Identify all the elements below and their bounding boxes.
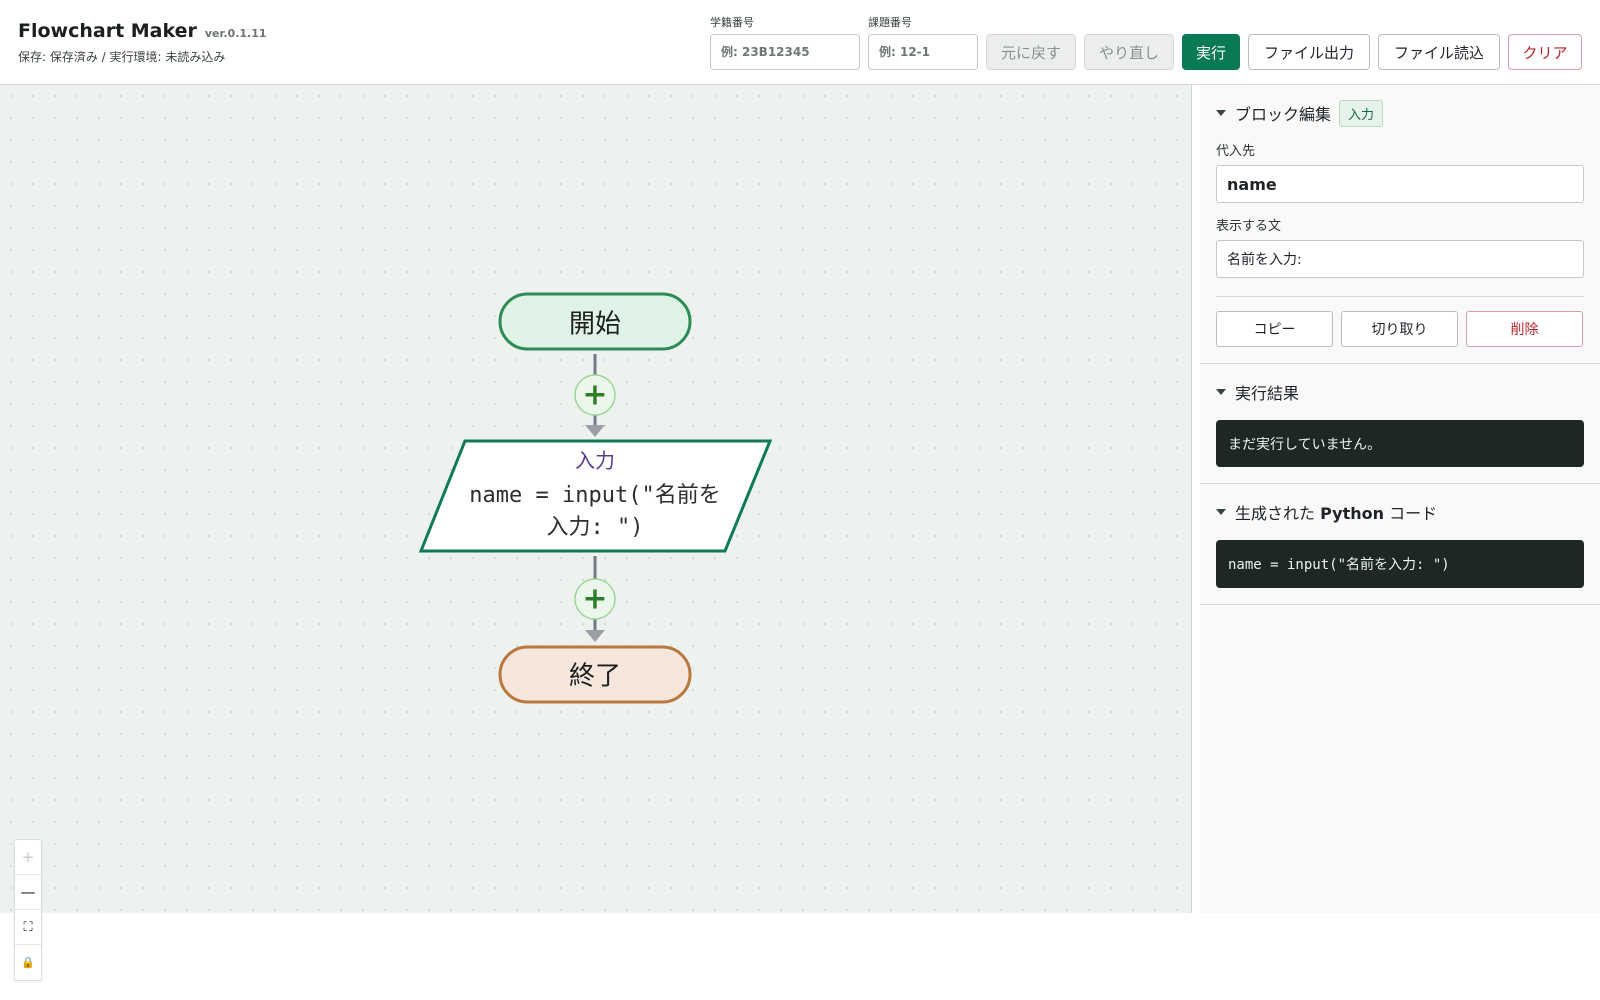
caret-down-icon	[1216, 110, 1226, 116]
undo-button[interactable]: 元に戻す	[986, 34, 1076, 70]
task-id-input[interactable]	[868, 34, 978, 70]
input-block-type: 入力	[575, 449, 615, 473]
add-block-button-1[interactable]: +	[574, 374, 616, 416]
result-title: 実行結果	[1235, 384, 1300, 403]
import-file-button[interactable]: ファイル読込	[1378, 34, 1500, 70]
code-title: 生成された Python コード	[1235, 500, 1437, 524]
flowchart-canvas[interactable]: 開始 + 入力 name = input("名前を 入力: ") + 終了 + …	[0, 85, 1192, 981]
export-file-button[interactable]: ファイル出力	[1248, 34, 1370, 70]
start-node[interactable]: 開始	[498, 292, 692, 351]
task-id-label: 課題番号	[868, 16, 912, 29]
lock-button[interactable]: 🔒	[15, 945, 41, 980]
app-header: Flowchart Maker ver.0.1.11 保存: 保存済み / 実行…	[0, 0, 1600, 85]
end-node-label: 終了	[569, 662, 621, 692]
redo-button[interactable]: やり直し	[1084, 34, 1174, 70]
cut-button[interactable]: 切り取り	[1341, 311, 1458, 347]
plus-icon: +	[582, 378, 607, 413]
caret-down-icon	[1216, 389, 1226, 395]
save-status: 保存: 保存済み / 実行環境: 未読み込み	[18, 50, 226, 64]
code-title-prefix: 生成された	[1235, 504, 1316, 523]
arrow-head-icon	[585, 425, 605, 437]
result-output: まだ実行していません。	[1216, 420, 1584, 467]
zoom-out-button[interactable]: —	[15, 875, 41, 910]
code-section: 生成された Python コード name = input("名前を入力: ")	[1200, 497, 1600, 605]
plus-icon: +	[582, 582, 607, 617]
target-label: 代入先	[1216, 144, 1256, 159]
add-block-button-2[interactable]: +	[574, 578, 616, 620]
input-block-code-line2: 入力: ")	[547, 515, 644, 540]
flowchart-svg: 開始 + 入力 name = input("名前を 入力: ") + 終了	[418, 292, 773, 704]
prompt-input[interactable]	[1216, 240, 1584, 278]
divider	[1216, 296, 1584, 297]
task-id-field: 課題番号	[868, 14, 978, 70]
side-panel: ブロック編集 入力 代入先 表示する文 コピー 切り取り 削除 実行結果 まだ実…	[1200, 85, 1600, 913]
fit-view-button[interactable]: ⛶	[15, 910, 41, 945]
code-title-suffix: コード	[1389, 504, 1438, 523]
prompt-label: 表示する文	[1216, 219, 1282, 234]
block-edit-section: ブロック編集 入力 代入先 表示する文 コピー 切り取り 削除	[1200, 98, 1600, 364]
end-node[interactable]: 終了	[498, 645, 692, 704]
zoom-controls: + — ⛶ 🔒	[14, 839, 42, 981]
app-title: Flowchart Maker	[18, 20, 197, 42]
zoom-in-button[interactable]: +	[15, 840, 41, 875]
input-block[interactable]: 入力 name = input("名前を 入力: ")	[418, 439, 773, 553]
result-section: 実行結果 まだ実行していません。	[1200, 377, 1600, 484]
start-node-label: 開始	[569, 310, 621, 340]
delete-button[interactable]: 削除	[1466, 311, 1583, 347]
student-id-label: 学籍番号	[710, 16, 754, 29]
clear-button[interactable]: クリア	[1508, 34, 1582, 70]
title-row: Flowchart Maker ver.0.1.11	[18, 20, 267, 42]
block-edit-header[interactable]: ブロック編集 入力	[1216, 98, 1584, 128]
student-id-field: 学籍番号	[710, 14, 860, 70]
block-actions: コピー 切り取り 削除	[1216, 311, 1584, 347]
code-header[interactable]: 生成された Python コード	[1216, 497, 1584, 527]
result-header[interactable]: 実行結果	[1216, 377, 1584, 407]
copy-button[interactable]: コピー	[1216, 311, 1333, 347]
app-version: ver.0.1.11	[204, 27, 267, 40]
caret-down-icon	[1216, 509, 1226, 515]
block-type-badge: 入力	[1339, 99, 1384, 127]
generated-code: name = input("名前を入力: ")	[1216, 540, 1584, 588]
run-button[interactable]: 実行	[1182, 34, 1240, 70]
block-edit-title: ブロック編集	[1235, 105, 1332, 124]
target-input[interactable]	[1216, 165, 1584, 203]
code-title-language: Python	[1320, 504, 1384, 523]
input-block-code-line1: name = input("名前を	[469, 483, 720, 508]
student-id-input[interactable]	[710, 34, 860, 70]
arrow-head-icon	[585, 630, 605, 642]
